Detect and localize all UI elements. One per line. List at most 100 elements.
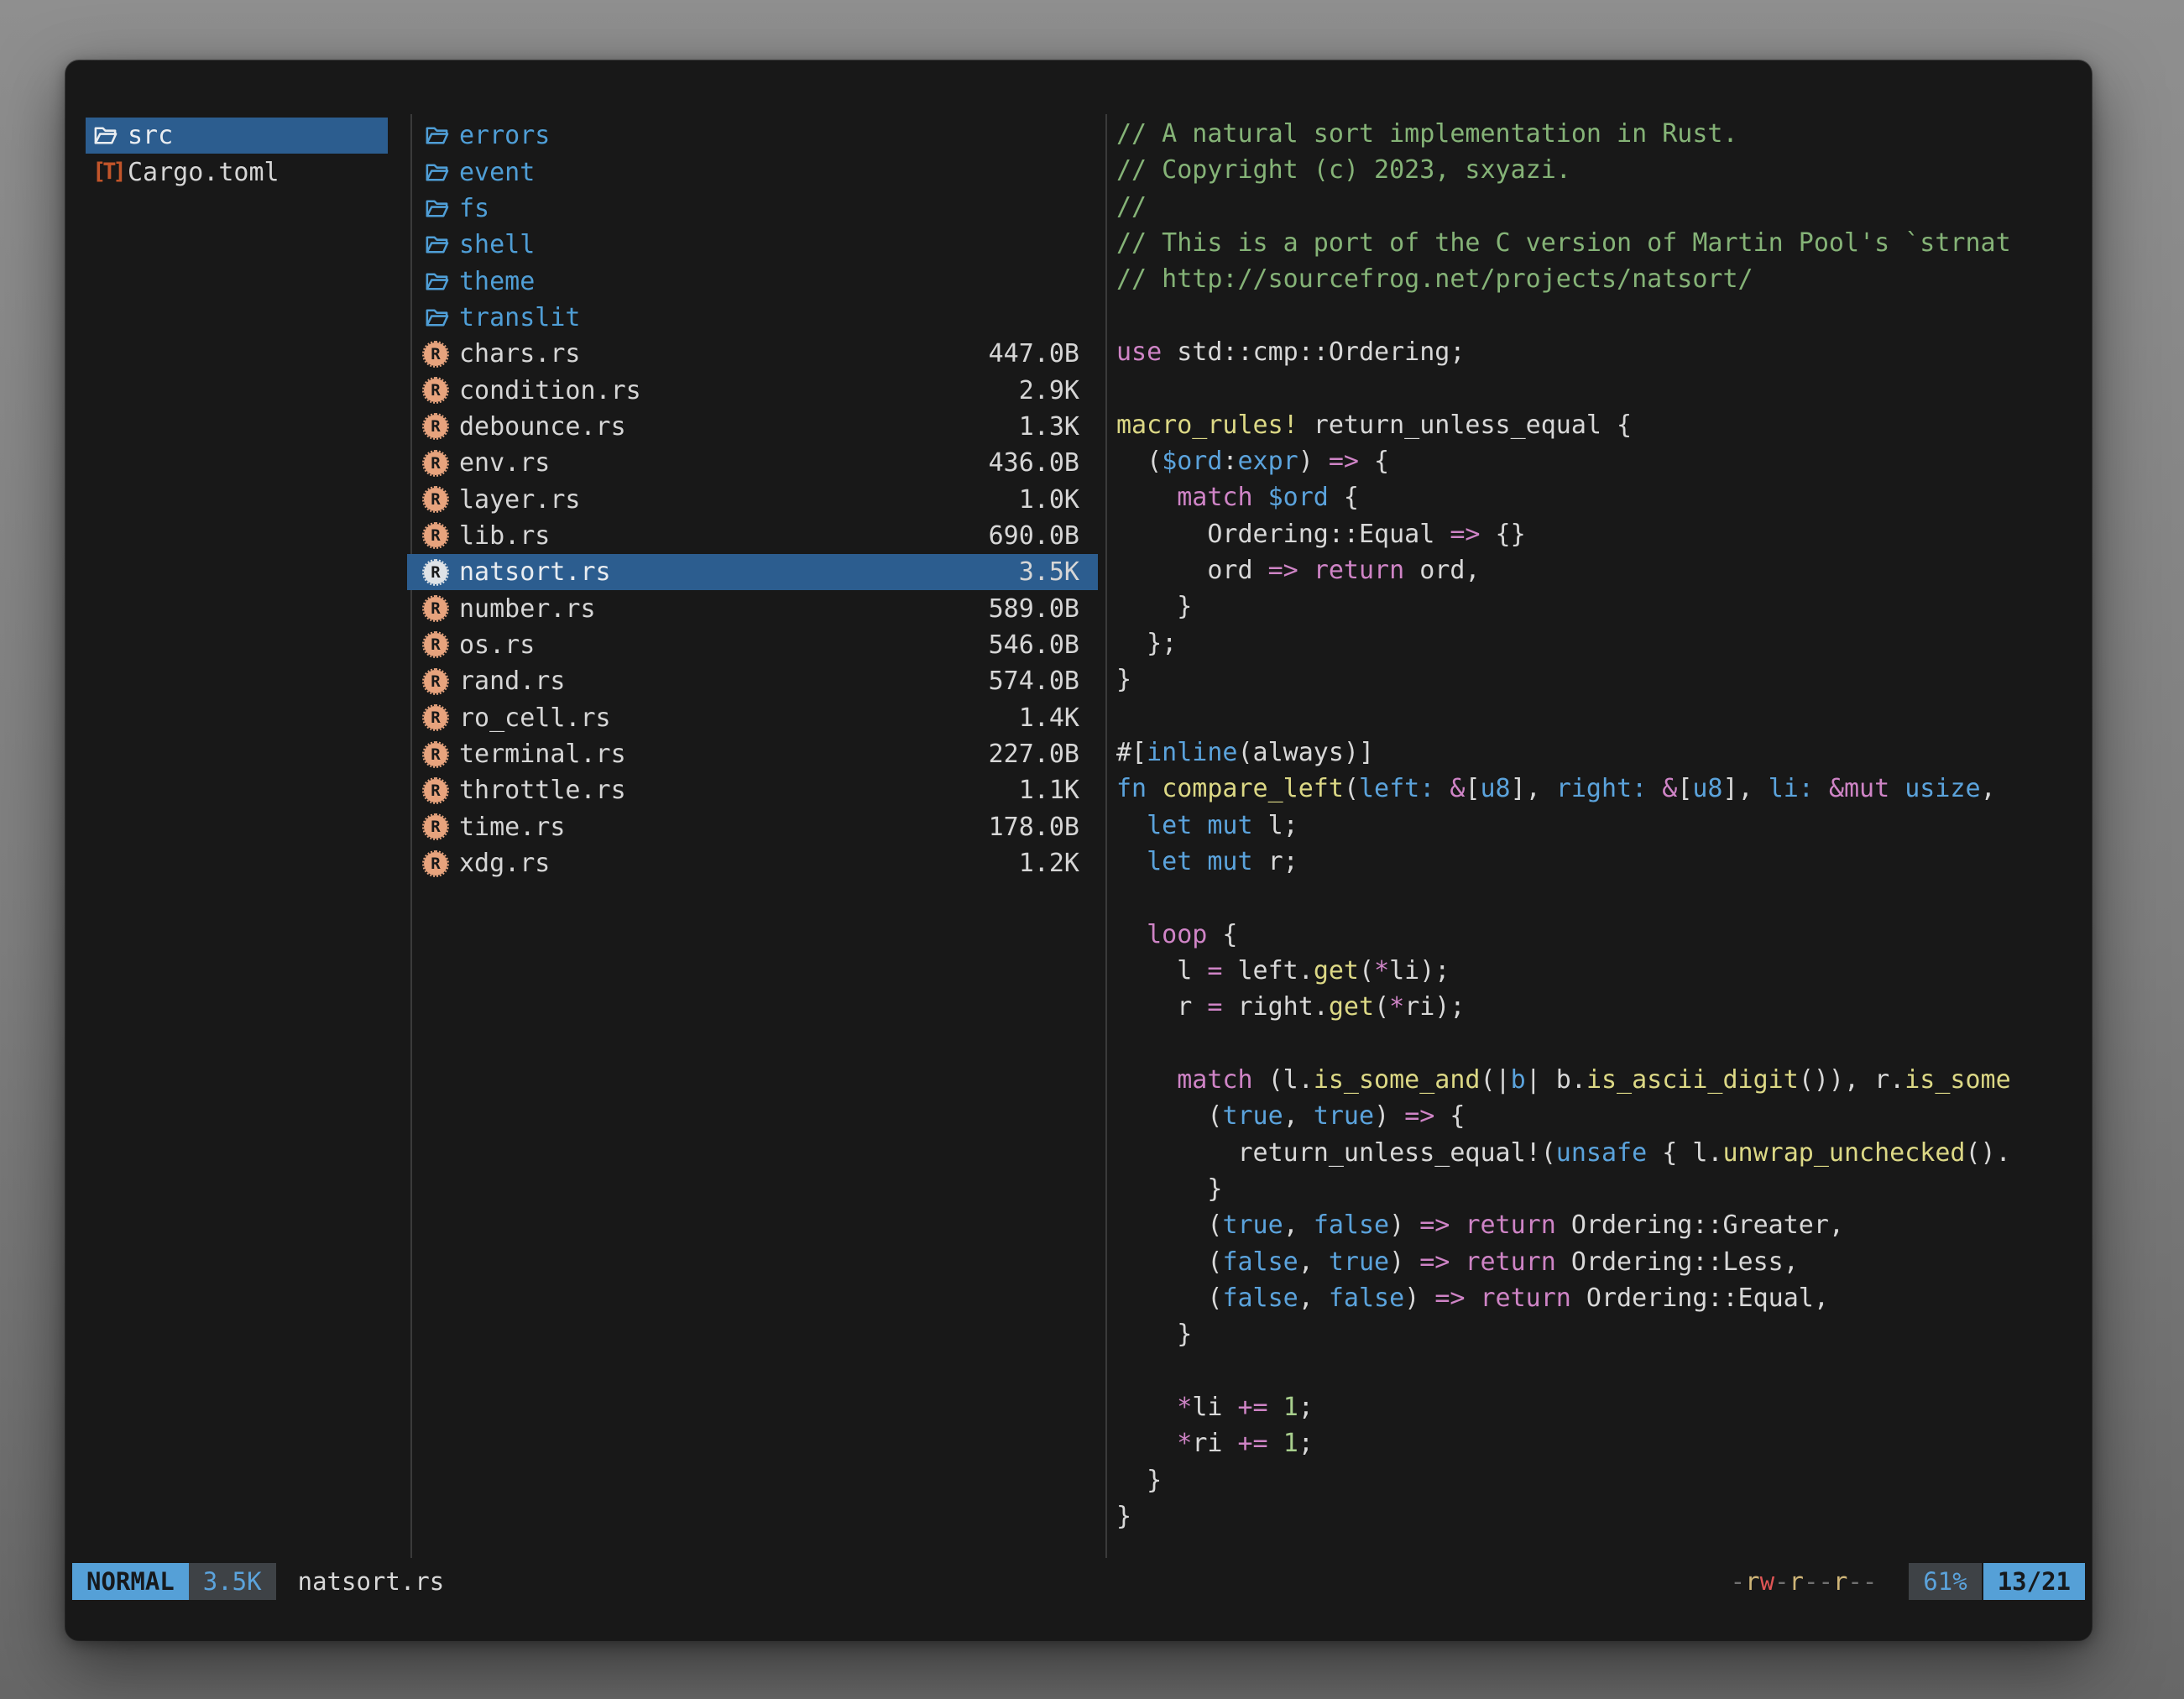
- file-row[interactable]: Ros.rs546.0B: [407, 627, 1098, 663]
- folder-open-icon: [424, 123, 459, 149]
- file-size: 227.0B: [989, 740, 1098, 769]
- preview-pane[interactable]: // A natural sort implementation in Rust…: [1116, 116, 2092, 1556]
- file-size: 574.0B: [989, 667, 1098, 696]
- status-spacer: [444, 1563, 1730, 1600]
- toml-file-icon: [T]: [92, 160, 128, 185]
- file-size: 1.2K: [1019, 849, 1098, 878]
- code-line: //: [1116, 189, 2092, 225]
- code-line: }: [1116, 1462, 2092, 1498]
- file-row[interactable]: Rtime.rs 178.0B: [407, 809, 1098, 845]
- code-line: // A natural sort implementation in Rust…: [1116, 116, 2092, 152]
- file-row[interactable]: Rdebounce.rs 1.3K: [407, 409, 1098, 445]
- rust-file-icon: R: [424, 670, 459, 693]
- file-size: 3.5K: [1019, 557, 1098, 587]
- desktop-background: src[T]Cargo.toml errorseventfsshelltheme…: [0, 0, 2184, 1699]
- code-line: use std::cmp::Ordering;: [1116, 334, 2092, 370]
- code-line: let mut r;: [1116, 844, 2092, 880]
- code-line: }: [1116, 588, 2092, 625]
- file-row[interactable]: Rxdg.rs1.2K: [407, 845, 1098, 881]
- parent-pane: src[T]Cargo.toml: [86, 118, 388, 191]
- terminal-window: src[T]Cargo.toml errorseventfsshelltheme…: [65, 60, 2092, 1640]
- file-size: 589.0B: [989, 594, 1098, 624]
- file-name: debounce.rs: [459, 412, 626, 442]
- file-permissions: -rw-r--r--: [1731, 1563, 1878, 1600]
- file-row[interactable]: Rrand.rs574.0B: [407, 663, 1098, 699]
- code-line: (true, true) => {: [1116, 1098, 2092, 1134]
- file-row[interactable]: Rcondition.rs2.9K: [407, 372, 1098, 408]
- file-row[interactable]: Rterminal.rs227.0B: [407, 736, 1098, 772]
- file-row[interactable]: Rnatsort.rs3.5K: [407, 554, 1098, 590]
- file-size: 546.0B: [989, 630, 1098, 660]
- code-line: (false, false) => return Ordering::Equal…: [1116, 1280, 2092, 1316]
- file-row[interactable]: Rthrottle.rs 1.1K: [407, 772, 1098, 808]
- file-row[interactable]: fs: [407, 191, 1098, 227]
- file-name: Cargo.toml: [128, 158, 280, 187]
- file-row[interactable]: Rro_cell.rs1.4K: [407, 700, 1098, 736]
- file-size: 447.0B: [989, 339, 1098, 369]
- status-bar: NORMAL 3.5K natsort.rs -rw-r--r-- 61% 13…: [65, 1563, 2092, 1600]
- file-row[interactable]: theme: [407, 263, 1098, 299]
- code-line: ($ord:expr) => {: [1116, 443, 2092, 479]
- code-line: ord => return ord,: [1116, 552, 2092, 588]
- rust-file-icon: R: [424, 779, 459, 802]
- code-line: [1116, 1026, 2092, 1062]
- file-name: shell: [459, 230, 535, 259]
- code-line: let mut l;: [1116, 808, 2092, 844]
- file-size: 178.0B: [989, 813, 1098, 842]
- file-name: src: [128, 121, 173, 150]
- file-size: 436.0B: [989, 448, 1098, 478]
- code-line: // http://sourcefrog.net/projects/natsor…: [1116, 261, 2092, 297]
- folder-open-icon: [424, 159, 459, 186]
- file-name: lib.rs: [459, 521, 550, 551]
- code-line: }: [1116, 1316, 2092, 1352]
- code-line: // This is a port of the C version of Ma…: [1116, 225, 2092, 261]
- file-row[interactable]: src: [86, 118, 388, 154]
- file-name: time.rs: [459, 813, 565, 842]
- rust-file-icon: R: [424, 633, 459, 656]
- rust-file-icon: R: [424, 852, 459, 876]
- file-name: throttle.rs: [459, 776, 626, 805]
- file-name: fs: [459, 194, 489, 223]
- file-row[interactable]: event: [407, 154, 1098, 190]
- current-pane: errors event fs shell theme translit Rchars.rs…: [407, 118, 1098, 881]
- file-position-badge: 13/21: [1983, 1563, 2085, 1600]
- file-name: number.rs: [459, 594, 596, 624]
- folder-open-icon: [424, 196, 459, 222]
- code-line: [1116, 1353, 2092, 1389]
- code-line: r = right.get(*ri);: [1116, 989, 2092, 1025]
- rust-file-icon: R: [424, 597, 459, 620]
- file-row[interactable]: Rlib.rs690.0B: [407, 518, 1098, 554]
- file-name: chars.rs: [459, 339, 581, 369]
- rust-file-icon: R: [424, 815, 459, 839]
- code-line: (false, true) => return Ordering::Less,: [1116, 1244, 2092, 1280]
- file-size: 1.3K: [1019, 412, 1098, 442]
- file-name: event: [459, 158, 535, 187]
- file-name: translit: [459, 303, 581, 332]
- code-line: [1116, 698, 2092, 734]
- file-size: 1.1K: [1019, 776, 1098, 805]
- file-name: ro_cell.rs: [459, 703, 611, 733]
- file-row[interactable]: Rlayer.rs1.0K: [407, 481, 1098, 517]
- code-line: }: [1116, 1498, 2092, 1534]
- file-row[interactable]: shell: [407, 227, 1098, 263]
- file-row[interactable]: errors: [407, 118, 1098, 154]
- code-line: match (l.is_some_and(|b| b.is_ascii_digi…: [1116, 1062, 2092, 1098]
- pane-divider: [1105, 114, 1107, 1558]
- file-size: 1.4K: [1019, 703, 1098, 733]
- folder-open-icon: [92, 123, 128, 149]
- file-row[interactable]: [T]Cargo.toml: [86, 154, 388, 190]
- code-line: [1116, 370, 2092, 406]
- file-name: layer.rs: [459, 485, 581, 515]
- file-row[interactable]: translit: [407, 300, 1098, 336]
- file-size: 690.0B: [989, 521, 1098, 551]
- rust-file-icon: R: [424, 415, 459, 438]
- file-name: condition.rs: [459, 376, 641, 405]
- file-row[interactable]: Rchars.rs447.0B: [407, 336, 1098, 372]
- file-row[interactable]: Rnumber.rs 589.0B: [407, 590, 1098, 626]
- file-size-badge: 3.5K: [189, 1563, 276, 1600]
- folder-open-icon: [424, 269, 459, 295]
- file-name: terminal.rs: [459, 740, 626, 769]
- mode-badge: NORMAL: [72, 1563, 189, 1600]
- file-size: 1.0K: [1019, 485, 1098, 515]
- file-row[interactable]: Renv.rs436.0B: [407, 445, 1098, 481]
